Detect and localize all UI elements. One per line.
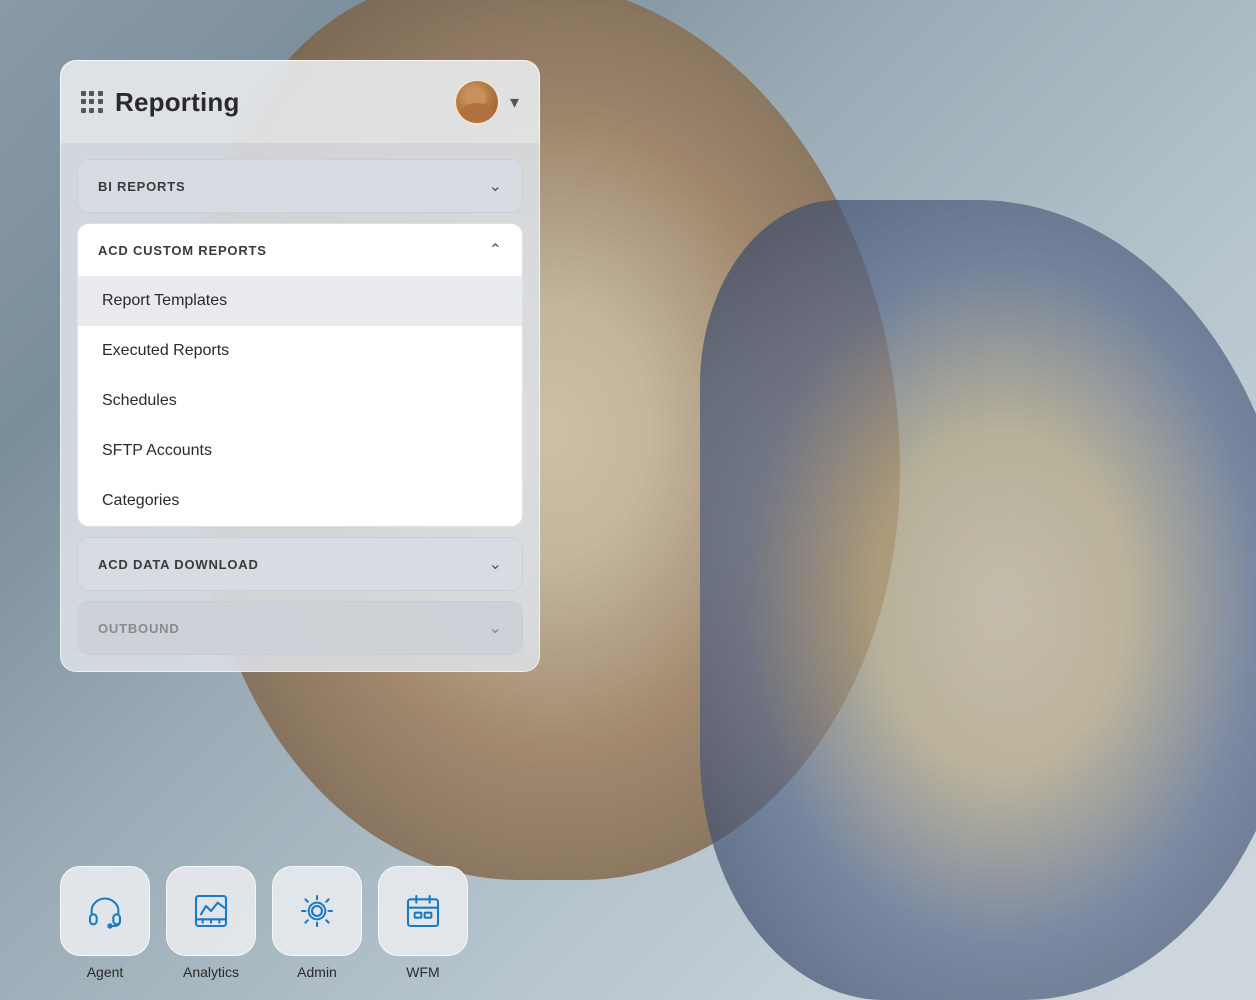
acd-data-download-chevron: ⌄	[489, 554, 502, 574]
menu-item-report-templates[interactable]: Report Templates	[78, 276, 522, 326]
menu-item-executed-reports[interactable]: Executed Reports	[78, 326, 522, 376]
menu-item-sftp-accounts[interactable]: SFTP Accounts	[78, 426, 522, 476]
nav-label-analytics: Analytics	[183, 964, 239, 980]
bi-reports-label: BI REPORTS	[98, 179, 185, 194]
acd-data-download-header[interactable]: ACD DATA DOWNLOAD ⌄	[77, 537, 523, 591]
nav-icon-box-agent	[60, 866, 150, 956]
acd-custom-reports-items: Report Templates Executed Reports Schedu…	[78, 276, 522, 526]
avatar[interactable]	[454, 79, 500, 125]
acd-data-download-label: ACD DATA DOWNLOAD	[98, 557, 259, 572]
bi-reports-accordion: BI REPORTS ⌄	[77, 159, 523, 213]
nav-label-admin: Admin	[297, 964, 337, 980]
main-panel: Reporting ▾ BI REPORTS ⌄ ACD CUSTOM REPO…	[60, 60, 540, 672]
header-title: Reporting	[115, 87, 240, 118]
nav-icon-box-admin	[272, 866, 362, 956]
grid-icon[interactable]	[81, 91, 103, 113]
menu-item-categories[interactable]: Categories	[78, 476, 522, 526]
header-left: Reporting	[81, 87, 240, 118]
acd-data-download-accordion: ACD DATA DOWNLOAD ⌄	[77, 537, 523, 591]
acd-custom-reports-header[interactable]: ACD CUSTOM REPORTS ⌃	[78, 224, 522, 276]
header-right: ▾	[454, 79, 519, 125]
calendar-icon	[403, 891, 443, 931]
bi-reports-chevron: ⌄	[489, 176, 502, 196]
nav-label-agent: Agent	[87, 964, 124, 980]
outbound-header[interactable]: OUTBOUND ⌄	[77, 601, 523, 655]
bottom-nav: Agent Analytics Admin	[0, 866, 1256, 1000]
nav-icon-box-wfm	[378, 866, 468, 956]
bi-reports-header[interactable]: BI REPORTS ⌄	[77, 159, 523, 213]
gear-icon	[297, 891, 337, 931]
acd-custom-reports-chevron: ⌃	[489, 240, 502, 260]
acd-custom-reports-label: ACD CUSTOM REPORTS	[98, 243, 267, 258]
nav-item-admin[interactable]: Admin	[272, 866, 362, 980]
outbound-label: OUTBOUND	[98, 621, 180, 636]
header-chevron[interactable]: ▾	[510, 92, 519, 113]
headset-icon	[85, 891, 125, 931]
nav-item-analytics[interactable]: Analytics	[166, 866, 256, 980]
menu-item-schedules[interactable]: Schedules	[78, 376, 522, 426]
menu-area: BI REPORTS ⌄ ACD CUSTOM REPORTS ⌃ Report…	[60, 143, 540, 672]
nav-item-wfm[interactable]: WFM	[378, 866, 468, 980]
analytics-icon	[191, 891, 231, 931]
nav-item-agent[interactable]: Agent	[60, 866, 150, 980]
outbound-accordion: OUTBOUND ⌄	[77, 601, 523, 655]
nav-label-wfm: WFM	[406, 964, 439, 980]
header-bar: Reporting ▾	[60, 60, 540, 143]
outbound-chevron: ⌄	[489, 618, 502, 638]
acd-custom-reports-accordion: ACD CUSTOM REPORTS ⌃ Report Templates Ex…	[77, 223, 523, 527]
nav-icon-box-analytics	[166, 866, 256, 956]
